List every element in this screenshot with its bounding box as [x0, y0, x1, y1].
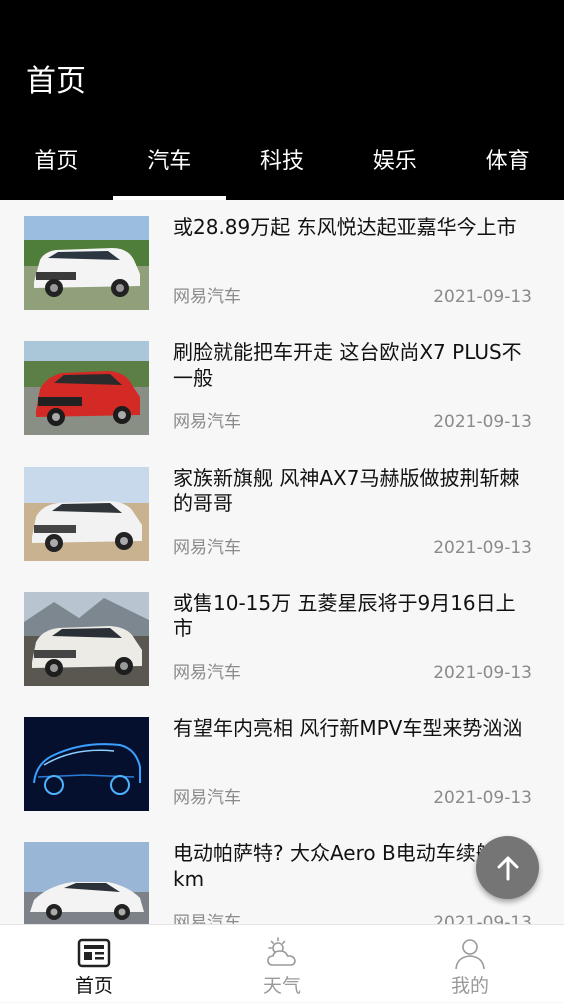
tab-sports[interactable]: 体育 [451, 140, 564, 200]
nav-weather[interactable]: 天气 [188, 925, 376, 1003]
news-title: 家族新旗舰 风神AX7马赫版做披荆斩棘的哥哥 [173, 465, 520, 516]
bottom-navigation: 首页 天气 我的 [0, 924, 564, 1002]
news-item[interactable]: 家族新旗舰 风神AX7马赫版做披荆斩棘的哥哥 网易汽车 2021-09-13 [0, 451, 564, 576]
tab-tech[interactable]: 科技 [226, 140, 339, 200]
nav-home[interactable]: 首页 [0, 925, 188, 1003]
tab-auto[interactable]: 汽车 [112, 140, 226, 200]
white-mpv-car-photo [24, 216, 149, 310]
news-item[interactable]: 或售10-15万 五菱星辰将于9月16日上市 网易汽车 2021-09-13 [0, 576, 564, 701]
nav-label: 我的 [450, 975, 489, 997]
news-date: 2021-09-13 [433, 287, 532, 307]
news-icon [77, 938, 111, 968]
news-source: 网易汽车 [173, 788, 241, 809]
nav-label: 天气 [262, 975, 301, 997]
person-icon [455, 939, 485, 970]
weather-icon [267, 937, 296, 966]
news-date: 2021-09-13 [433, 788, 532, 809]
news-source: 网易汽车 [173, 662, 241, 683]
news-date: 2021-09-13 [433, 412, 532, 433]
news-date: 2021-09-13 [433, 537, 532, 558]
news-list[interactable]: 或28.89万起 东风悦达起亚嘉华今上市 网易汽车 2021-09-13 刷脸就… [0, 200, 564, 924]
tab-entertainment[interactable]: 娱乐 [338, 140, 451, 200]
app-bar: 首页 首页 汽车 科技 娱乐 体育 [0, 0, 564, 200]
news-title: 有望年内亮相 风行新MPV车型来势汹汹 [173, 716, 523, 741]
red-suv-car-photo [24, 341, 149, 436]
news-source: 网易汽车 [173, 537, 241, 558]
scroll-to-top-button[interactable] [476, 836, 539, 899]
white-suv-desert-photo [24, 466, 149, 561]
news-source: 网易汽车 [173, 287, 241, 307]
nav-label: 首页 [74, 975, 113, 997]
news-title: 或售10-15万 五菱星辰将于9月16日上市 [173, 590, 516, 641]
white-sedan-photo [24, 842, 149, 924]
tab-label: 汽车 [147, 149, 192, 174]
news-item[interactable]: 刷脸就能把车开走 这台欧尚X7 PLUS不一般 网易汽车 2021-09-13 [0, 325, 564, 450]
news-title: 或28.89万起 东风悦达起亚嘉华今上市 [173, 215, 517, 239]
news-source: 网易汽车 [173, 913, 241, 924]
nav-profile[interactable]: 我的 [376, 925, 564, 1003]
white-suv-mountain-photo [24, 591, 149, 686]
news-date: 2021-09-13 [433, 913, 532, 924]
tab-label: 娱乐 [372, 149, 417, 174]
news-date: 2021-09-13 [433, 662, 532, 683]
category-tabs: 首页 汽车 科技 娱乐 体育 [0, 140, 564, 200]
tab-label: 首页 [34, 149, 79, 174]
tab-label: 科技 [259, 149, 304, 174]
page-title: 首页 [26, 64, 86, 99]
news-source: 网易汽车 [173, 412, 241, 433]
tab-label: 体育 [485, 149, 530, 174]
arrow-up-icon [497, 856, 518, 880]
tab-home[interactable]: 首页 [0, 140, 113, 200]
mpv-outline-sketch-photo [24, 717, 149, 812]
news-item[interactable]: 有望年内亮相 风行新MPV车型来势汹汹 网易汽车 2021-09-13 [0, 701, 564, 826]
news-item[interactable]: 或28.89万起 东风悦达起亚嘉华今上市 网易汽车 2021-09-13 [0, 200, 564, 325]
news-title: 刷脸就能把车开走 这台欧尚X7 PLUS不一般 [173, 340, 522, 390]
